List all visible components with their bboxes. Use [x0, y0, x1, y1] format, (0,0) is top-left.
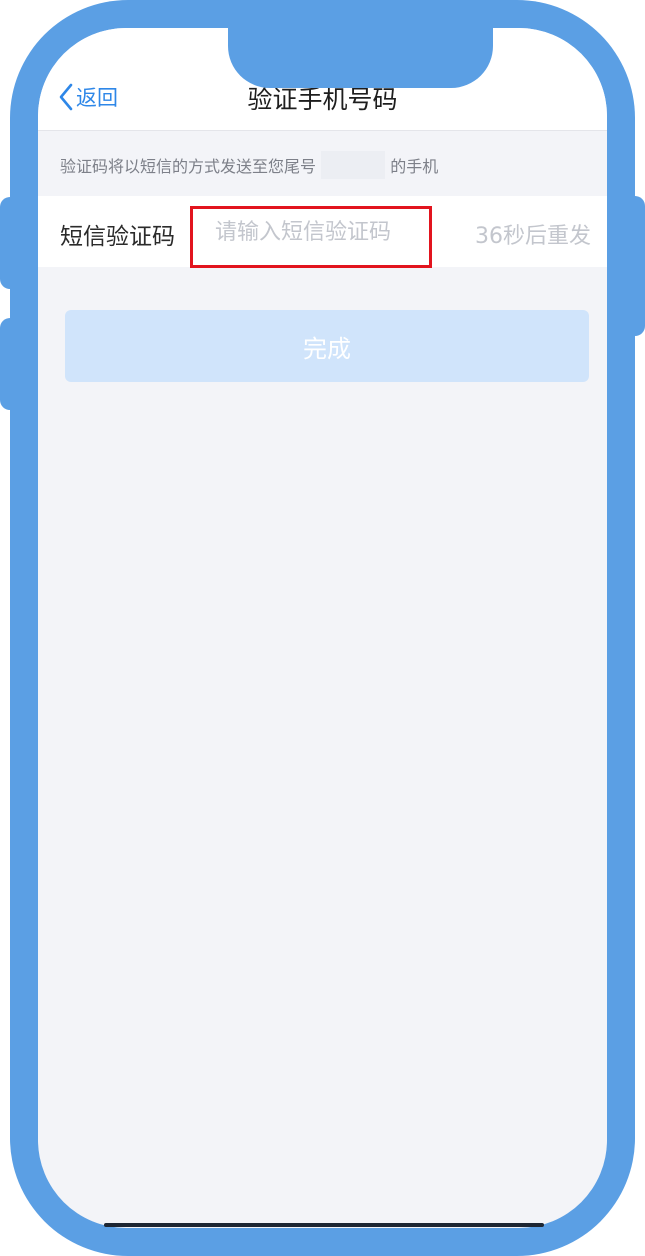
phone-screen: 返回 验证手机号码 验证码将以短信的方式发送至您尾号 的手机 短信验证码 36秒…: [38, 28, 607, 1228]
hint-bar: 验证码将以短信的方式发送至您尾号 的手机: [38, 131, 607, 195]
notch: [228, 28, 493, 88]
done-button[interactable]: 完成: [65, 310, 589, 382]
resend-countdown[interactable]: 36秒后重发: [475, 218, 591, 250]
phone-mockup: 返回 验证手机号码 验证码将以短信的方式发送至您尾号 的手机 短信验证码 36秒…: [0, 0, 645, 1256]
hint-text-before: 验证码将以短信的方式发送至您尾号: [60, 157, 317, 176]
home-indicator: [104, 1223, 544, 1227]
masked-phone-suffix: [321, 150, 386, 179]
sms-code-row: 短信验证码 36秒后重发: [38, 196, 607, 268]
hint-text-after: 的手机: [390, 157, 439, 176]
sms-code-label: 短信验证码: [60, 224, 175, 250]
sms-code-input[interactable]: [215, 214, 430, 250]
hint-text: 验证码将以短信的方式发送至您尾号 的手机: [60, 150, 439, 179]
